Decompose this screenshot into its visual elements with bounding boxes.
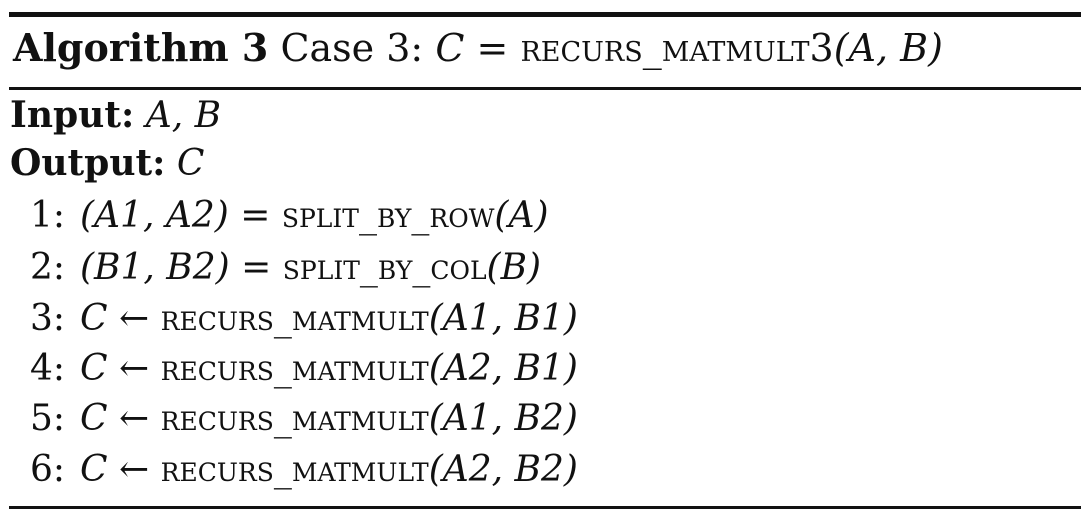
line-number: 4: xyxy=(30,348,66,389)
line-operator: ← xyxy=(119,449,150,490)
line-args: (A2, B2) xyxy=(428,449,578,490)
top-rule xyxy=(9,12,1081,17)
line-number: 1: xyxy=(30,195,66,236)
line-operator: ← xyxy=(119,348,150,389)
input-label: Input: xyxy=(10,94,135,136)
algorithm-line: 1: (A1, A2) = split_by_row(A) xyxy=(30,192,549,240)
line-lhs: C xyxy=(80,348,108,389)
line-number: 5: xyxy=(30,398,66,439)
line-operator: ← xyxy=(119,398,150,439)
caption-function: recurs_matmult3 xyxy=(520,26,834,70)
output-value: C xyxy=(176,143,205,184)
algorithm-caption: Algorithm 3 Case 3: C = recurs_matmult3(… xyxy=(13,22,943,74)
line-function: split_by_row xyxy=(281,195,495,236)
line-args: (B) xyxy=(486,247,542,288)
algorithm-label: Algorithm 3 xyxy=(13,25,269,70)
line-lhs: C xyxy=(80,449,108,490)
line-function: split_by_col xyxy=(282,247,487,288)
line-function: recurs_matmult xyxy=(160,449,429,490)
line-lhs: (A1, A2) xyxy=(80,195,229,236)
line-operator: = xyxy=(241,247,272,288)
line-number: 6: xyxy=(30,449,66,490)
output-label: Output: xyxy=(10,142,166,184)
line-number: 3: xyxy=(30,298,66,339)
caption-rule xyxy=(9,87,1081,90)
algorithm-line: 3: C ← recurs_matmult(A1, B1) xyxy=(30,295,578,343)
line-operator: = xyxy=(240,195,271,236)
input-line: Input: A, B xyxy=(10,92,221,139)
line-function: recurs_matmult xyxy=(160,398,429,439)
algorithm-line: 2: (B1, B2) = split_by_col(B) xyxy=(30,244,541,292)
caption-args: (A, B) xyxy=(833,26,943,70)
algorithm-line: 6: C ← recurs_matmult(A2, B2) xyxy=(30,446,578,494)
caption-lhs: C xyxy=(435,26,465,70)
line-args: (A1, B2) xyxy=(428,398,578,439)
algorithm-line: 5: C ← recurs_matmult(A1, B2) xyxy=(30,395,578,443)
input-value: A, B xyxy=(145,95,222,136)
line-function: recurs_matmult xyxy=(160,348,429,389)
line-lhs: C xyxy=(80,398,108,439)
output-line: Output: C xyxy=(10,140,204,187)
bottom-rule xyxy=(9,506,1081,509)
line-args: (A) xyxy=(494,195,549,236)
line-lhs: C xyxy=(80,298,108,339)
line-number: 2: xyxy=(30,247,66,288)
line-operator: ← xyxy=(119,298,150,339)
line-args: (A1, B1) xyxy=(428,298,578,339)
algorithm-line: 4: C ← recurs_matmult(A2, B1) xyxy=(30,345,578,393)
line-function: recurs_matmult xyxy=(160,298,429,339)
line-args: (A2, B1) xyxy=(428,348,578,389)
line-lhs: (B1, B2) xyxy=(80,247,230,288)
caption-eq: = xyxy=(476,26,509,70)
caption-prefix: Case 3: xyxy=(280,26,424,70)
